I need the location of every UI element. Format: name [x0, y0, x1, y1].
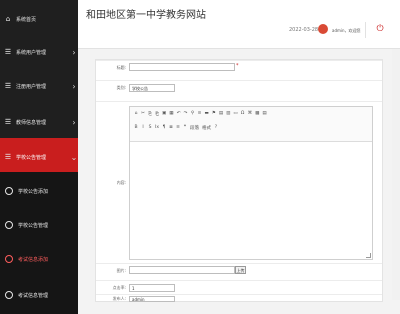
- sidebar-item-label: 学校公告添加: [18, 188, 49, 195]
- publisher-label: 发布人:: [112, 296, 126, 301]
- chevron-right-icon: ›: [72, 117, 76, 127]
- toolbar-row2-button-0[interactable]: B: [134, 125, 138, 131]
- category-input[interactable]: 学校公告: [129, 84, 175, 92]
- sidebar: ⌂ 系统首页 ☰ 系统用户管理 › ☰ 注册用户管理 › ☰ 教师信息管理 › …: [0, 0, 78, 314]
- current-date: 2022-03-28: [289, 27, 319, 33]
- sidebar-item-label: 学校公告管理: [18, 222, 49, 229]
- chevron-right-icon: ›: [72, 47, 76, 57]
- toolbar-row1-button-5[interactable]: ▦: [169, 111, 173, 117]
- toolbar-row1-button-7[interactable]: ↷: [184, 111, 188, 117]
- toolbar-row1-button-13[interactable]: ▥: [226, 111, 230, 117]
- form-row-clicks: 点击率: 1: [96, 280, 382, 293]
- toolbar-row2-button-2[interactable]: S: [148, 125, 152, 131]
- teacher-icon: ☰: [4, 118, 12, 126]
- toolbar-row1-button-9[interactable]: ≡: [198, 111, 202, 117]
- toolbar-row1-button-0[interactable]: ⌂: [134, 111, 138, 117]
- toolbar-row2-button-9[interactable]: 格式: [202, 125, 211, 131]
- home-icon: ⌂: [5, 15, 11, 23]
- toolbar-row2-button-8[interactable]: 段落: [190, 125, 199, 131]
- sidebar-item-label: 考试信息管理: [18, 292, 49, 299]
- site-title: 和田地区第一中学教务网站: [86, 10, 206, 21]
- upload-button[interactable]: 上传: [235, 266, 246, 274]
- sidebar-item-label: 教师信息管理: [16, 119, 47, 126]
- sidebar-subitem-exam-add[interactable]: 考试信息添加: [0, 240, 78, 278]
- sidebar-subitem-exam-manage[interactable]: 考试信息管理: [0, 276, 78, 314]
- image-label: 图片:: [116, 268, 126, 273]
- toolbar-row1-button-10[interactable]: ▬: [205, 111, 209, 117]
- title-input[interactable]: [129, 63, 235, 71]
- toolbar-row-2: B I S Ix ¶ ≣ ≡ ❞ 段落 格式?: [134, 125, 218, 131]
- sidebar-item-label: 学校公告管理: [16, 154, 47, 161]
- toolbar-row2-button-7[interactable]: ❞: [183, 125, 187, 131]
- sidebar-item-label: 系统用户管理: [16, 49, 47, 56]
- toolbar-row1-button-15[interactable]: Ω: [241, 111, 245, 117]
- title-label: 标题:: [116, 65, 126, 70]
- toolbar-row1-button-17[interactable]: ▩: [255, 111, 259, 117]
- avatar[interactable]: [318, 24, 328, 34]
- toolbar-row1-button-1[interactable]: ✂: [141, 111, 145, 117]
- toolbar-row2-button-4[interactable]: ¶: [162, 125, 166, 131]
- sidebar-item-teachers[interactable]: ☰ 教师信息管理 ›: [0, 103, 78, 141]
- header-divider: [365, 22, 366, 38]
- main-content: 标题: * 类别: 学校公告 内容: ⌂ ✂ ⎘ ⎗ ▣ ▦ ↶ ↷ ⚲ ≡ ▬ ⚑ ▤ ▥ ▭ Ω ⌘ ▩ ▤ B…: [78, 49, 400, 302]
- power-icon[interactable]: ⏻: [375, 24, 385, 34]
- sidebar-subitem-notice-manage[interactable]: 学校公告管理: [0, 206, 78, 244]
- toolbar-row2-button-10[interactable]: ?: [214, 125, 218, 131]
- chevron-down-icon: ⌄: [70, 152, 78, 162]
- chevron-right-icon: ›: [72, 81, 76, 91]
- toolbar-row1-button-2[interactable]: ⎘: [148, 111, 152, 117]
- circle-arrow-icon: [5, 187, 13, 195]
- toolbar-row2-button-3[interactable]: Ix: [155, 125, 159, 131]
- publisher-input[interactable]: admin: [129, 296, 175, 302]
- toolbar-row2-button-6[interactable]: ≡: [176, 125, 180, 131]
- form-row-image: 图片: 上传: [96, 263, 382, 276]
- toolbar-row1-button-12[interactable]: ▤: [219, 111, 223, 117]
- toolbar-row1-button-16[interactable]: ⌘: [248, 111, 253, 117]
- editor-toolbar: ⌂ ✂ ⎘ ⎗ ▣ ▦ ↶ ↷ ⚲ ≡ ▬ ⚑ ▤ ▥ ▭ Ω ⌘ ▩ ▤ B I S Ix ¶ ≣ ≡ ❞ 段落 格式?: [130, 107, 372, 142]
- top-header: 和田地区第一中学教务网站 2022-03-28 admin，欢迎您 ⏻: [78, 0, 400, 49]
- user-greeting[interactable]: admin，欢迎您: [332, 28, 361, 34]
- sidebar-item-registered-users[interactable]: ☰ 注册用户管理 ›: [0, 67, 78, 105]
- page-scrollbar[interactable]: [392, 49, 400, 300]
- toolbar-row1-button-3[interactable]: ⎗: [155, 111, 159, 117]
- toolbar-row2-button-1[interactable]: I: [141, 125, 145, 131]
- sidebar-item-label: 考试信息添加: [18, 256, 49, 263]
- image-path-input[interactable]: [129, 266, 235, 274]
- toolbar-row1-button-8[interactable]: ⚲: [191, 111, 195, 117]
- toolbar-row1-button-4[interactable]: ▣: [162, 111, 166, 117]
- toolbar-row1-button-18[interactable]: ▤: [262, 111, 266, 117]
- sidebar-item-notices[interactable]: ☰ 学校公告管理 ⌄: [0, 138, 78, 176]
- user-plus-icon: ☰: [4, 82, 12, 90]
- required-mark: *: [236, 63, 239, 69]
- sidebar-item-system-users[interactable]: ☰ 系统用户管理 ›: [0, 33, 78, 71]
- circle-arrow-icon: [5, 291, 13, 299]
- editor-content-area[interactable]: [130, 142, 372, 258]
- sidebar-item-label: 系统首页: [16, 16, 37, 23]
- clicks-label: 点击率:: [112, 285, 126, 290]
- toolbar-row2-button-5[interactable]: ≣: [169, 125, 173, 131]
- notice-icon: ☰: [4, 153, 12, 161]
- content-label: 内容:: [116, 180, 126, 185]
- form-row-title: 标题: *: [96, 60, 382, 73]
- toolbar-row1-button-11[interactable]: ⚑: [212, 111, 216, 117]
- form-row-publisher: 发布人: admin: [96, 294, 382, 302]
- sidebar-subitem-notice-add[interactable]: 学校公告添加: [0, 172, 78, 210]
- rich-text-editor[interactable]: ⌂ ✂ ⎘ ⎗ ▣ ▦ ↶ ↷ ⚲ ≡ ▬ ⚑ ▤ ▥ ▭ Ω ⌘ ▩ ▤ B I S Ix ¶ ≣ ≡ ❞ 段落 格式?: [129, 106, 373, 260]
- sidebar-item-label: 注册用户管理: [16, 83, 47, 90]
- circle-arrow-icon: [5, 255, 13, 263]
- toolbar-row-1: ⌂ ✂ ⎘ ⎗ ▣ ▦ ↶ ↷ ⚲ ≡ ▬ ⚑ ▤ ▥ ▭ Ω ⌘ ▩ ▤: [134, 111, 267, 117]
- circle-arrow-icon: [5, 221, 13, 229]
- category-label: 类别:: [116, 85, 126, 90]
- notice-form: 标题: * 类别: 学校公告 内容: ⌂ ✂ ⎘ ⎗ ▣ ▦ ↶ ↷ ⚲ ≡ ▬ ⚑ ▤ ▥ ▭ Ω ⌘ ▩ ▤ B…: [95, 59, 383, 302]
- resize-handle-icon[interactable]: [366, 253, 371, 258]
- toolbar-row1-button-14[interactable]: ▭: [233, 111, 237, 117]
- clicks-input[interactable]: 1: [129, 284, 175, 292]
- form-row-category: 类别: 学校公告: [96, 80, 382, 93]
- users-icon: ☰: [4, 48, 12, 56]
- toolbar-row1-button-6[interactable]: ↶: [177, 111, 181, 117]
